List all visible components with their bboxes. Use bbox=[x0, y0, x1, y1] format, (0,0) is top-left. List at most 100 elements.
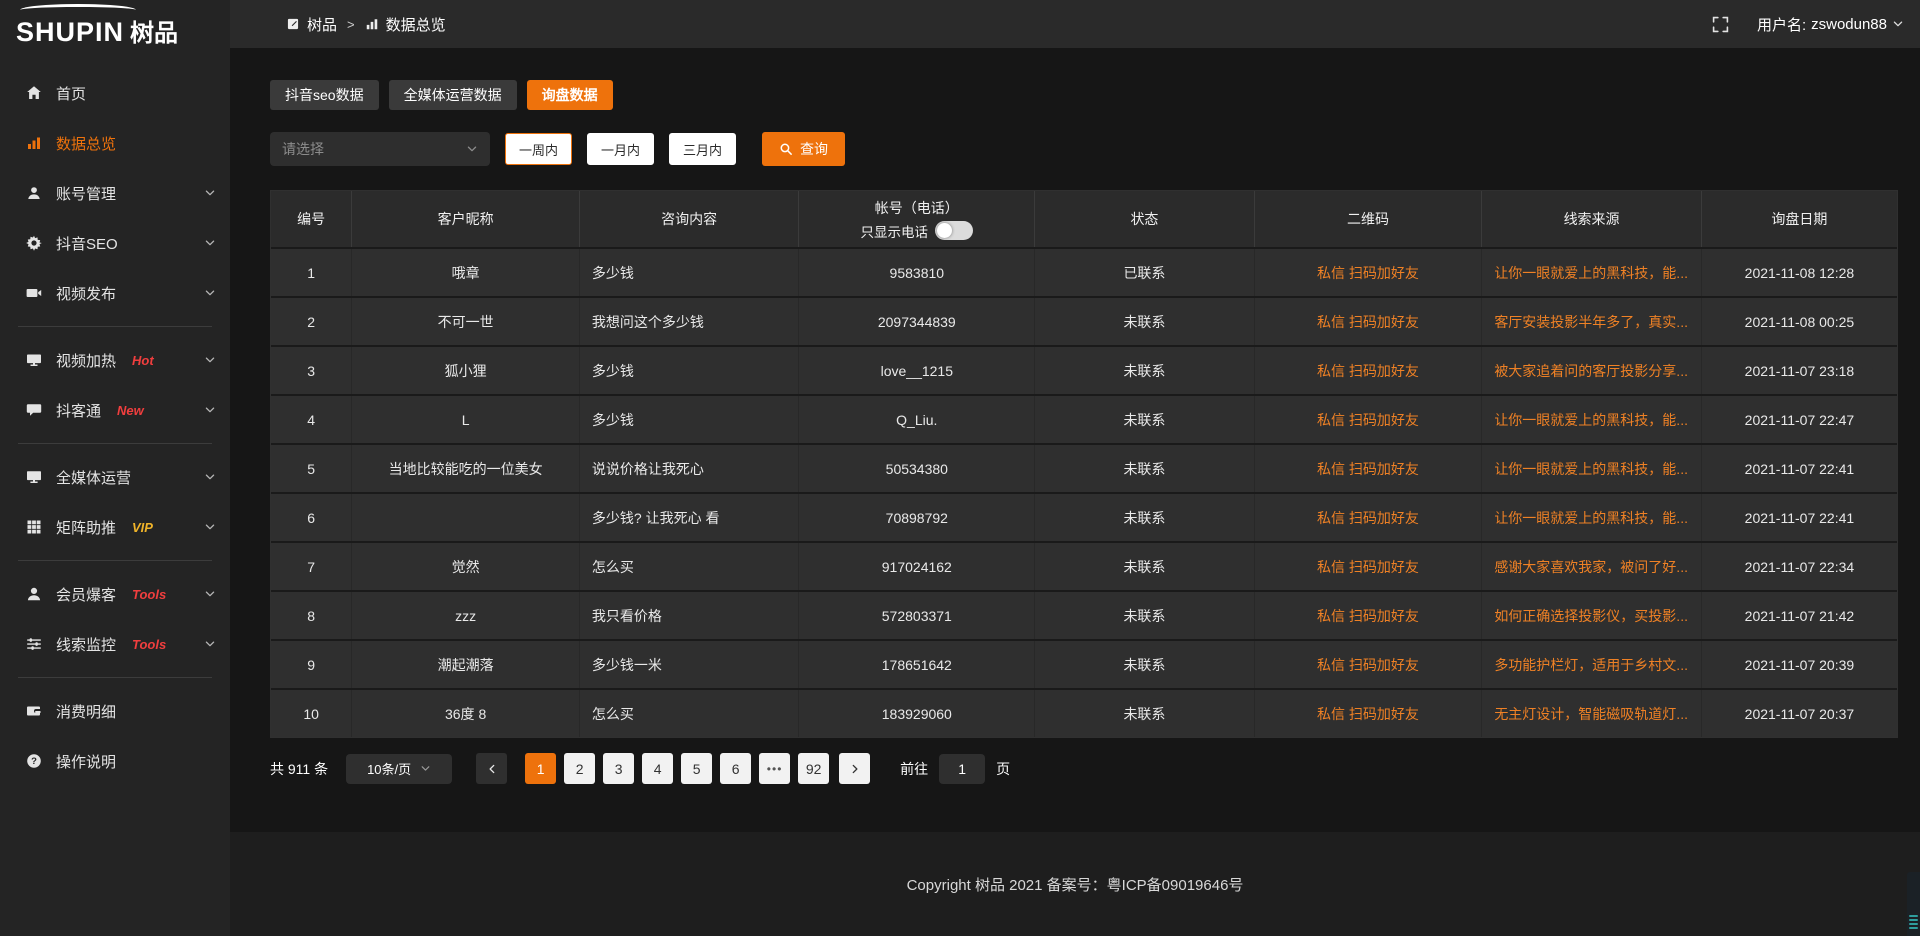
chevron-down-icon bbox=[204, 521, 216, 533]
period-button-1[interactable]: 一月内 bbox=[587, 133, 654, 165]
table-row: 3狐小狸多少钱love__1215未联系私信 扫码加好友被大家追着问的客厅投影分… bbox=[271, 345, 1897, 394]
chevron-down-icon bbox=[204, 287, 216, 299]
page-size-select[interactable]: 10条/页 bbox=[346, 754, 452, 784]
breadcrumb: 树品 > 数据总览 bbox=[286, 14, 446, 35]
period-button-2[interactable]: 三月内 bbox=[669, 133, 736, 165]
sidebar-item-video-heat[interactable]: 视频加热Hot bbox=[0, 335, 230, 385]
cell-content: 我想问这个多少钱 bbox=[580, 298, 800, 345]
user-menu[interactable]: 用户名: zswodun88 bbox=[1757, 14, 1904, 35]
prev-page-button[interactable] bbox=[476, 753, 507, 784]
tab-media-operation-data[interactable]: 全媒体运营数据 bbox=[389, 80, 517, 110]
goto-page-input[interactable] bbox=[939, 754, 985, 784]
cell-number: 1 bbox=[271, 249, 352, 296]
source-link[interactable]: 感谢大家喜欢我家，被问了好... bbox=[1482, 543, 1702, 590]
source-link[interactable]: 让你一眼就爱上的黑科技，能... bbox=[1482, 494, 1702, 541]
source-link[interactable]: 被大家追着问的客厅投影分享... bbox=[1482, 347, 1702, 394]
cell-content: 多少钱 bbox=[580, 347, 800, 394]
qrcode-link[interactable]: 私信 扫码加好友 bbox=[1255, 445, 1483, 492]
cell-nickname: L bbox=[352, 396, 580, 443]
account-header-label: 帐号（电话） bbox=[875, 198, 959, 218]
cell-date: 2021-11-07 22:34 bbox=[1702, 543, 1897, 590]
page-button-2[interactable]: 2 bbox=[564, 753, 595, 784]
sidebar-item-clue-monitor[interactable]: 线索监控Tools bbox=[0, 619, 230, 669]
corner-widget[interactable] bbox=[1907, 872, 1920, 936]
status-badge: 未联系 bbox=[1035, 641, 1255, 688]
chart-icon bbox=[365, 17, 379, 31]
breadcrumb-root[interactable]: 树品 bbox=[307, 14, 337, 35]
cell-number: 4 bbox=[271, 396, 352, 443]
sidebar-item-label: 操作说明 bbox=[56, 751, 116, 772]
sidebar-item-label: 线索监控 bbox=[56, 634, 116, 655]
username-label: 用户名: bbox=[1757, 14, 1806, 35]
video-icon bbox=[26, 285, 42, 301]
sidebar-item-account-management[interactable]: 账号管理 bbox=[0, 168, 230, 218]
source-link[interactable]: 让你一眼就爱上的黑科技，能... bbox=[1482, 249, 1702, 296]
cell-date: 2021-11-07 22:41 bbox=[1702, 445, 1897, 492]
qrcode-link[interactable]: 私信 扫码加好友 bbox=[1255, 592, 1483, 639]
sidebar-item-label: 数据总览 bbox=[56, 133, 116, 154]
sidebar-divider bbox=[18, 326, 212, 327]
tab-inquiry-data[interactable]: 询盘数据 bbox=[527, 80, 613, 110]
breadcrumb-separator: > bbox=[347, 17, 355, 32]
grid-icon bbox=[26, 519, 42, 535]
sidebar-item-douyin-seo[interactable]: 抖音SEO bbox=[0, 218, 230, 268]
col-header-number: 编号 bbox=[271, 191, 352, 247]
page-button-5[interactable]: 5 bbox=[681, 753, 712, 784]
qrcode-link[interactable]: 私信 扫码加好友 bbox=[1255, 396, 1483, 443]
filter-select[interactable]: 请选择 bbox=[270, 132, 490, 166]
sidebar-item-home[interactable]: 首页 bbox=[0, 68, 230, 118]
next-page-button[interactable] bbox=[839, 753, 870, 784]
sidebar-item-label: 抖客通 bbox=[56, 400, 101, 421]
sliders-icon bbox=[26, 636, 42, 652]
fullscreen-icon[interactable] bbox=[1712, 16, 1729, 33]
source-link[interactable]: 如何正确选择投影仪，买投影... bbox=[1482, 592, 1702, 639]
page-button-6[interactable]: 6 bbox=[720, 753, 751, 784]
status-badge: 未联系 bbox=[1035, 445, 1255, 492]
sidebar-item-matrix-boost[interactable]: 矩阵助推VIP bbox=[0, 502, 230, 552]
source-link[interactable]: 无主灯设计，智能磁吸轨道灯... bbox=[1482, 690, 1702, 737]
query-button[interactable]: 查询 bbox=[762, 132, 845, 166]
sidebar-item-douketong[interactable]: 抖客通New bbox=[0, 385, 230, 435]
cell-nickname: 当地比较能吃的一位美女 bbox=[352, 445, 580, 492]
sidebar-item-data-overview[interactable]: 数据总览 bbox=[0, 118, 230, 168]
page-button-4[interactable]: 4 bbox=[642, 753, 673, 784]
member-icon bbox=[26, 586, 42, 602]
page-button-92[interactable]: 92 bbox=[798, 753, 829, 784]
source-link[interactable]: 让你一眼就爱上的黑科技，能... bbox=[1482, 396, 1702, 443]
phone-toggle-row: 只显示电话 bbox=[861, 221, 974, 241]
page-buttons: 123456 ••• 92 bbox=[525, 753, 829, 784]
page-button-ellipsis[interactable]: ••• bbox=[759, 753, 790, 784]
sidebar-item-video-publish[interactable]: 视频发布 bbox=[0, 268, 230, 318]
phone-only-toggle[interactable] bbox=[935, 221, 973, 240]
sidebar-item-member-baoke[interactable]: 会员爆客Tools bbox=[0, 569, 230, 619]
chevron-right-icon bbox=[849, 763, 861, 775]
qrcode-link[interactable]: 私信 扫码加好友 bbox=[1255, 690, 1483, 737]
qrcode-link[interactable]: 私信 扫码加好友 bbox=[1255, 249, 1483, 296]
source-link[interactable]: 客厅安装投影半年多了，真实... bbox=[1482, 298, 1702, 345]
sidebar-item-help[interactable]: 操作说明 bbox=[0, 736, 230, 786]
cell-content: 多少钱 bbox=[580, 249, 800, 296]
sidebar-item-label: 视频加热 bbox=[56, 350, 116, 371]
chevron-down-icon bbox=[204, 404, 216, 416]
qrcode-link[interactable]: 私信 扫码加好友 bbox=[1255, 543, 1483, 590]
qrcode-link[interactable]: 私信 扫码加好友 bbox=[1255, 298, 1483, 345]
qrcode-link[interactable]: 私信 扫码加好友 bbox=[1255, 641, 1483, 688]
total-count: 共 911 条 bbox=[270, 759, 328, 779]
cell-account: 917024162 bbox=[799, 543, 1035, 590]
cell-date: 2021-11-07 23:18 bbox=[1702, 347, 1897, 394]
chevron-down-icon bbox=[204, 354, 216, 366]
sidebar-item-media-operation[interactable]: 全媒体运营 bbox=[0, 452, 230, 502]
source-link[interactable]: 让你一眼就爱上的黑科技，能... bbox=[1482, 445, 1702, 492]
qrcode-link[interactable]: 私信 扫码加好友 bbox=[1255, 347, 1483, 394]
period-button-0[interactable]: 一周内 bbox=[505, 133, 572, 165]
corner-widget-bar bbox=[1909, 927, 1918, 929]
source-link[interactable]: 多功能护栏灯，适用于乡村文... bbox=[1482, 641, 1702, 688]
qrcode-link[interactable]: 私信 扫码加好友 bbox=[1255, 494, 1483, 541]
page-button-1[interactable]: 1 bbox=[525, 753, 556, 784]
tab-douyin-seo-data[interactable]: 抖音seo数据 bbox=[270, 80, 379, 110]
cell-content: 说说价格让我死心 bbox=[580, 445, 800, 492]
table-row: 5当地比较能吃的一位美女说说价格让我死心50534380未联系私信 扫码加好友让… bbox=[271, 443, 1897, 492]
table-row: 4L多少钱Q_Liu.未联系私信 扫码加好友让你一眼就爱上的黑科技，能...20… bbox=[271, 394, 1897, 443]
sidebar-item-consume-detail[interactable]: 消费明细 bbox=[0, 686, 230, 736]
page-button-3[interactable]: 3 bbox=[603, 753, 634, 784]
